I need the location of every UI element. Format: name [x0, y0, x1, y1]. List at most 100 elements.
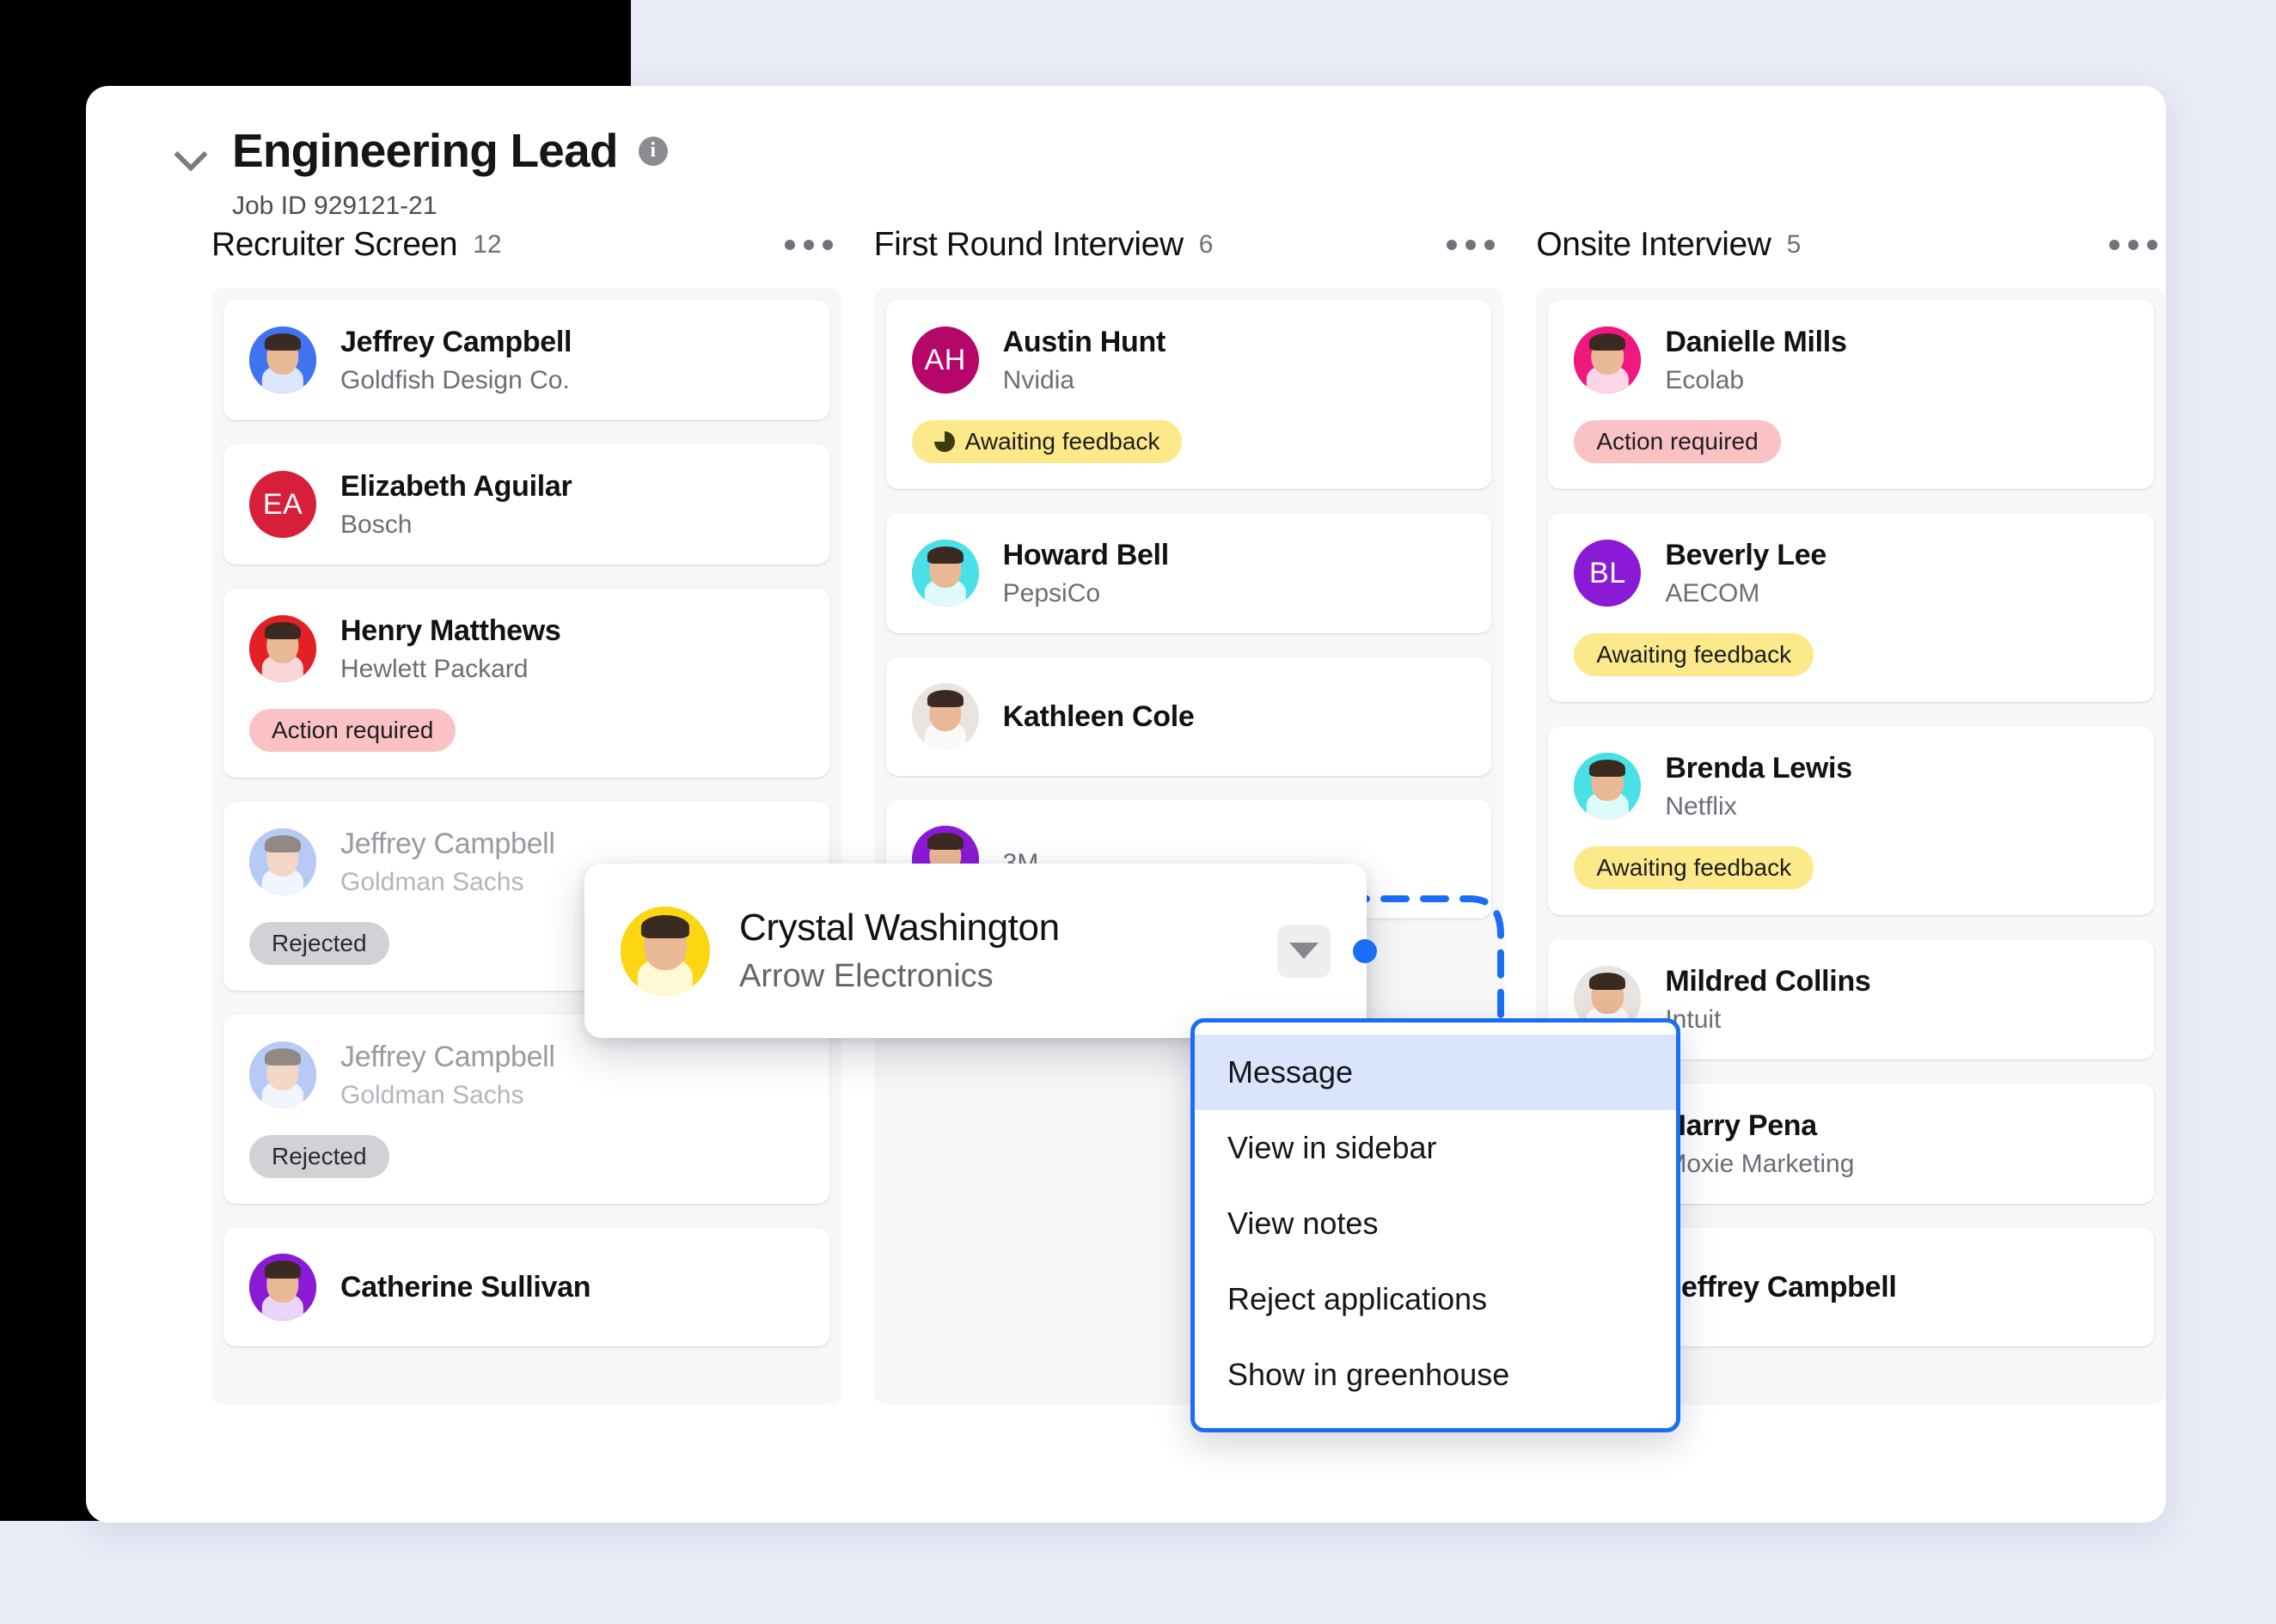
candidate-card-row: Jeffrey CampbellGoldman Sachs [249, 1041, 800, 1109]
candidate-info: Jeffrey Campbell [1665, 1271, 1896, 1304]
status-badge-label: Awaiting feedback [1596, 643, 1791, 667]
column-count: 6 [1199, 230, 1214, 259]
candidate-info: Brenda Lewis Netflix [1665, 752, 1851, 821]
candidate-card[interactable]: Henry MatthewsHewlett Packard Action requ… [223, 589, 829, 778]
caret-down-icon[interactable] [1277, 925, 1331, 978]
candidate-name: Jeffrey Campbell [1665, 1271, 1896, 1304]
job-id-label: Job ID 929121-21 [232, 192, 2166, 221]
column-title: Onsite Interview [1536, 226, 1771, 264]
candidate-info: Beverly LeeAECOM [1665, 539, 1826, 607]
kanban-board: Engineering Lead i Job ID 929121-21 Recr… [86, 86, 2166, 1523]
candidate-company: AECOM [1665, 579, 1826, 607]
candidate-card[interactable]: AH Austin Hunt Nvidia Awaiting feedback [886, 300, 1492, 489]
avatar: BL [1574, 540, 1641, 607]
candidate-card-row: Kathleen Cole [912, 683, 1463, 750]
candidate-info: Howard BellPepsiCo [1003, 539, 1169, 607]
candidate-name: Jeffrey Campbell [340, 326, 572, 359]
candidate-info: Catherine Sullivan [340, 1271, 590, 1304]
candidate-info: Austin Hunt Nvidia [1003, 326, 1166, 394]
info-circle-icon[interactable]: i [639, 137, 668, 166]
candidate-info: Jeffrey Campbell Goldfish Design Co. [340, 326, 572, 394]
candidate-company: Hewlett Packard [340, 655, 561, 683]
context-menu-item[interactable]: Message [1195, 1035, 1676, 1110]
candidate-info: Kathleen Cole [1003, 700, 1195, 734]
candidate-info: Mildred CollinsIntuit [1665, 965, 1870, 1034]
candidate-card[interactable]: Kathleen Cole [886, 657, 1492, 776]
column-card-list: Jeffrey Campbell Goldfish Design Co. EAEli… [211, 288, 841, 1405]
candidate-company: Nvidia [1003, 366, 1166, 394]
candidate-info: Danielle Mills Ecolab [1665, 326, 1846, 394]
candidate-card[interactable]: Jeffrey Campbell Goldfish Design Co. [223, 300, 829, 420]
candidate-card[interactable]: Howard BellPepsiCo [886, 513, 1492, 633]
status-badge-label: Awaiting feedback [965, 430, 1160, 454]
candidate-card-row: Danielle Mills Ecolab [1574, 326, 2125, 394]
candidate-name: Catherine Sullivan [340, 1271, 590, 1304]
context-menu: MessageView in sidebarView notesReject a… [1190, 1018, 1680, 1432]
avatar [912, 540, 979, 607]
avatar [621, 907, 710, 996]
status-badge: Awaiting feedback [1574, 633, 1814, 676]
pie-progress-icon [934, 431, 955, 452]
candidate-company: Goldman Sachs [340, 1081, 555, 1109]
candidate-company: Bosch [340, 510, 572, 539]
status-badge: Action required [1574, 420, 1780, 463]
kanban-columns: Recruiter Screen12 Jeffrey Campbell Goldfi… [86, 221, 2166, 1405]
candidate-info: Henry MatthewsHewlett Packard [340, 614, 561, 683]
context-menu-item[interactable]: View in sidebar [1195, 1110, 1676, 1186]
candidate-company: Netflix [1665, 792, 1851, 821]
column-more-options-icon[interactable] [2109, 240, 2157, 250]
dragged-candidate-card[interactable]: Crystal Washington Arrow Electronics [584, 864, 1367, 1038]
candidate-card-row: Jeffrey Campbell Goldfish Design Co. [249, 326, 800, 394]
status-badge: Awaiting feedback [1574, 846, 1814, 889]
candidate-name: Brenda Lewis [1665, 752, 1851, 785]
column-header: Recruiter Screen12 [211, 221, 841, 269]
context-menu-item[interactable]: Reject applications [1195, 1261, 1676, 1337]
candidate-info: Jeffrey Campbell Goldman Sachs [340, 827, 555, 896]
candidate-card[interactable]: Danielle Mills Ecolab Action required [1548, 300, 2154, 489]
avatar [249, 1041, 316, 1108]
avatar [1574, 327, 1641, 394]
candidate-name: Jeffrey Campbell [340, 827, 555, 861]
candidate-card[interactable]: EAElizabeth AguilarBosch [223, 444, 829, 565]
candidate-info: Elizabeth AguilarBosch [340, 470, 572, 539]
candidate-company: Goldman Sachs [340, 868, 555, 896]
drag-connector-dot [1353, 939, 1377, 963]
candidate-card-row: Catherine Sullivan [249, 1254, 800, 1321]
candidate-name: Harry Pena [1665, 1109, 1854, 1143]
kanban-column: Recruiter Screen12 Jeffrey Campbell Goldfi… [211, 221, 841, 1405]
candidate-name: Danielle Mills [1665, 326, 1846, 359]
avatar [249, 828, 316, 895]
candidate-company: Intuit [1665, 1005, 1870, 1034]
candidate-card[interactable]: Catherine Sullivan [223, 1228, 829, 1346]
status-badge: Rejected [249, 922, 389, 965]
column-title: First Round Interview [874, 226, 1184, 264]
candidate-card-row: Brenda Lewis Netflix [1574, 752, 2125, 821]
candidate-card[interactable]: Brenda Lewis Netflix Awaiting feedback [1548, 726, 2154, 915]
column-more-options-icon[interactable] [785, 240, 833, 250]
status-badge-label: Rejected [272, 1145, 367, 1169]
column-title: Recruiter Screen [211, 226, 457, 264]
chevron-down-icon[interactable] [172, 131, 211, 171]
page-title: Engineering Lead [232, 127, 618, 174]
status-badge: Awaiting feedback [912, 420, 1183, 463]
status-badge-label: Action required [272, 718, 433, 742]
avatar: AH [912, 327, 979, 394]
column-count: 5 [1787, 230, 1802, 259]
candidate-card[interactable]: Jeffrey CampbellGoldman Sachs Rejected [223, 1015, 829, 1204]
status-badge: Action required [249, 709, 456, 752]
candidate-name: Kathleen Cole [1003, 700, 1195, 734]
candidate-company: Goldfish Design Co. [340, 366, 572, 394]
column-more-options-icon[interactable] [1447, 240, 1495, 250]
candidate-card[interactable]: BL Beverly LeeAECOM Awaiting feedback [1548, 513, 2154, 702]
context-menu-item[interactable]: View notes [1195, 1186, 1676, 1261]
avatar [249, 615, 316, 682]
candidate-card-row: EAElizabeth AguilarBosch [249, 470, 800, 539]
candidate-company: Moxie Marketing [1665, 1150, 1854, 1178]
context-menu-item[interactable]: Show in greenhouse [1195, 1337, 1676, 1413]
candidate-info: Jeffrey CampbellGoldman Sachs [340, 1041, 555, 1109]
avatar [249, 1254, 316, 1321]
candidate-company: Ecolab [1665, 366, 1846, 394]
candidate-name: Austin Hunt [1003, 326, 1166, 359]
avatar [912, 683, 979, 750]
dragged-candidate-company: Arrow Electronics [739, 958, 1060, 995]
